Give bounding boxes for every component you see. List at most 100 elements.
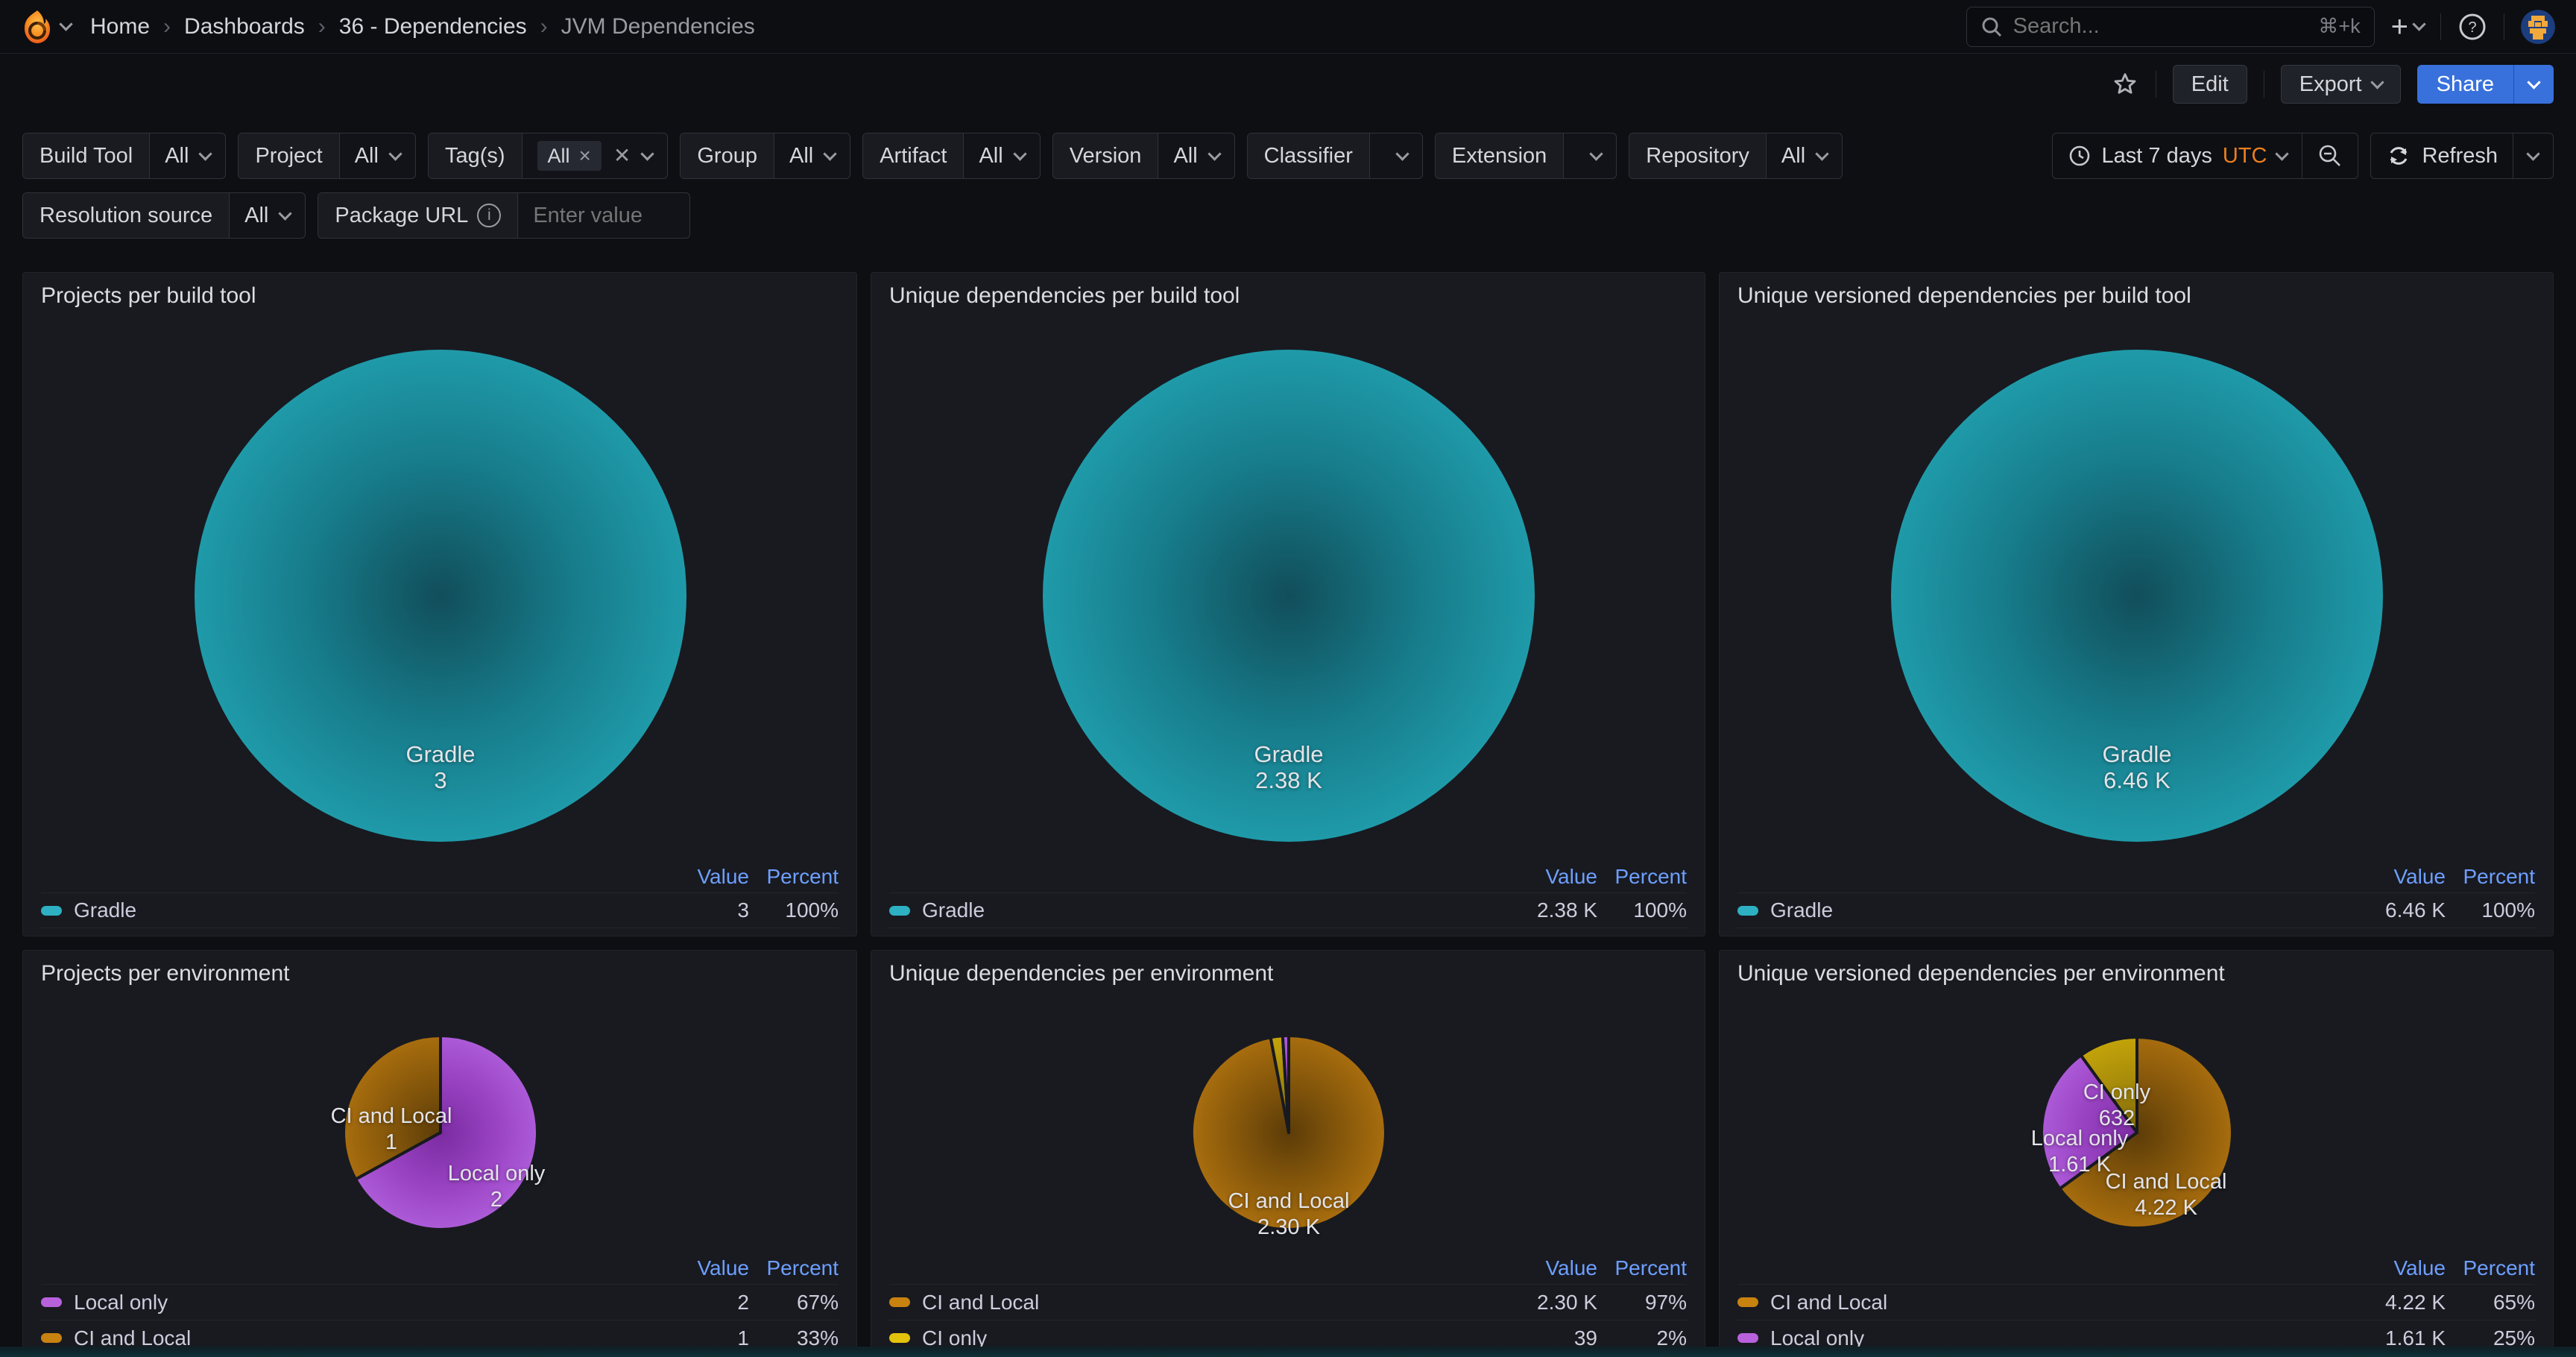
breadcrumb-home[interactable]: Home [90, 14, 150, 40]
star-icon[interactable] [2111, 70, 2139, 98]
series-color-swatch [41, 1297, 62, 1307]
refresh-interval-button[interactable] [2513, 133, 2553, 178]
series-color-swatch [1737, 906, 1758, 916]
filter-artifact-select[interactable]: All [964, 133, 1039, 178]
filter-version-select[interactable]: All [1158, 133, 1234, 178]
filter-classifier-select[interactable] [1370, 133, 1422, 178]
clock-icon [2068, 144, 2092, 168]
filter-resolution-source-select[interactable]: All [230, 193, 305, 238]
package-url-input[interactable] [533, 204, 675, 228]
legend-row[interactable]: Local only 1.61 K 25% [1737, 1320, 2535, 1348]
legend-value-header[interactable]: Value [2334, 865, 2446, 889]
filter-value: All [165, 144, 189, 169]
legend-value-header[interactable]: Value [637, 865, 749, 889]
filter-repository-select[interactable]: All [1767, 133, 1842, 178]
panel-projects-per-environment[interactable]: Projects per environment CI and Local1 L… [22, 950, 857, 1348]
breadcrumb-dashboards[interactable]: Dashboards [184, 14, 305, 40]
legend-row[interactable]: Gradle 3 100% [41, 892, 839, 928]
share-button-label: Share [2437, 72, 2494, 97]
help-icon[interactable]: ? [2457, 12, 2487, 42]
chevron-down-icon [2527, 75, 2540, 89]
legend-percent-header[interactable]: Percent [1597, 1256, 1687, 1280]
filter-extension-select[interactable] [1564, 133, 1616, 178]
filter-label: Group [681, 133, 774, 178]
legend-value-header[interactable]: Value [637, 1256, 749, 1280]
legend-value-header[interactable]: Value [1486, 865, 1597, 889]
legend-percent-header[interactable]: Percent [749, 1256, 839, 1280]
remove-tag-icon[interactable]: × [579, 145, 591, 166]
legend-row[interactable]: Local only 2 67% [41, 1284, 839, 1320]
filter-value: All [1781, 144, 1805, 169]
legend-percent-header[interactable]: Percent [2446, 865, 2535, 889]
info-icon[interactable]: i [477, 204, 501, 227]
legend-row[interactable]: CI only 39 2% [889, 1320, 1687, 1348]
legend-value-header[interactable]: Value [1486, 1256, 1597, 1280]
user-avatar[interactable] [2521, 10, 2555, 44]
filter-group-select[interactable]: All [774, 133, 850, 178]
filter-label: Classifier [1248, 133, 1370, 178]
export-button-label: Export [2299, 72, 2362, 97]
panel-title[interactable]: Unique dependencies per build tool [871, 273, 1705, 319]
time-range-picker[interactable]: Last 7 days UTC [2053, 133, 2302, 178]
legend-row[interactable]: Gradle 2.38 K 100% [889, 892, 1687, 928]
panel-title[interactable]: Unique versioned dependencies per build … [1720, 273, 2553, 319]
breadcrumb-folder[interactable]: 36 - Dependencies [339, 14, 527, 40]
refresh-button[interactable]: Refresh [2371, 133, 2513, 178]
legend-header: Value Percent [1737, 861, 2535, 892]
legend-percent-header[interactable]: Percent [1597, 865, 1687, 889]
search-shortcut-hint: ⌘+k [2318, 15, 2360, 38]
filter-row-1: Build Tool All Project All Tag(s) All [22, 133, 2554, 179]
legend-row[interactable]: CI and Local 2.30 K 97% [889, 1284, 1687, 1320]
filter-label: Tag(s) [429, 133, 523, 178]
export-button[interactable]: Export [2281, 65, 2401, 104]
panel-projects-per-build-tool[interactable]: Projects per build tool Gradle3 Value Pe… [22, 272, 857, 936]
filter-label: Project [239, 133, 339, 178]
chevron-down-icon [641, 147, 654, 160]
filter-build-tool-select[interactable]: All [150, 133, 225, 178]
share-button[interactable]: Share [2417, 65, 2513, 104]
legend-row[interactable]: CI and Local 1 33% [41, 1320, 839, 1348]
pie-center-label: Gradle6.46 K [2102, 741, 2171, 793]
share-menu-button[interactable] [2513, 65, 2554, 104]
filter-project: Project All [238, 133, 416, 179]
search-text-field[interactable] [2013, 14, 2308, 39]
legend-percent-header[interactable]: Percent [2446, 1256, 2535, 1280]
search-input[interactable]: ⌘+k [1966, 7, 2375, 47]
chevron-down-icon [1590, 147, 1603, 160]
panel-title[interactable]: Projects per build tool [23, 273, 856, 319]
breadcrumb-separator: › [540, 14, 548, 40]
legend-percent-header[interactable]: Percent [749, 865, 839, 889]
legend-header: Value Percent [889, 861, 1687, 892]
panel-title[interactable]: Projects per environment [23, 951, 856, 997]
legend-row[interactable]: CI and Local 4.22 K 65% [1737, 1284, 2535, 1320]
nav-right-cluster: ⌘+k + ? [1966, 7, 2555, 47]
legend-value-header[interactable]: Value [2334, 1256, 2446, 1280]
filter-project-select[interactable]: All [340, 133, 415, 178]
chevron-down-icon [1013, 147, 1026, 160]
edit-button[interactable]: Edit [2173, 65, 2247, 104]
legend-header: Value Percent [889, 1253, 1687, 1284]
legend-row[interactable]: Gradle 6.46 K 100% [1737, 892, 2535, 928]
chevron-down-icon [2276, 147, 2289, 160]
panel-unique-dependencies-per-environment[interactable]: Unique dependencies per environment CI a… [871, 950, 1705, 1348]
filter-label: Artifact [863, 133, 964, 178]
chevron-down-icon [2412, 17, 2425, 31]
pie-center-label: Gradle2.38 K [1254, 741, 1323, 793]
clear-all-icon[interactable]: ✕ [613, 145, 631, 166]
filter-tags-select[interactable]: All × ✕ [523, 133, 668, 178]
filter-value: All [789, 144, 813, 169]
panel-unique-versioned-dependencies-per-environment[interactable]: Unique versioned dependencies per enviro… [1719, 950, 2554, 1348]
time-picker-group: Last 7 days UTC [2052, 133, 2359, 179]
panel-title[interactable]: Unique dependencies per environment [871, 951, 1705, 997]
panel-unique-dependencies-per-build-tool[interactable]: Unique dependencies per build tool Gradl… [871, 272, 1705, 936]
panel-title[interactable]: Unique versioned dependencies per enviro… [1720, 951, 2553, 997]
org-switcher-chevron-icon[interactable] [59, 17, 72, 31]
refresh-icon [2386, 143, 2411, 169]
grafana-logo-icon[interactable] [21, 9, 54, 45]
panel-unique-versioned-dependencies-per-build-tool[interactable]: Unique versioned dependencies per build … [1719, 272, 2554, 936]
pie-legend: Value Percent Gradle 6.46 K 100% [1737, 861, 2535, 928]
add-new-button[interactable]: + [2391, 12, 2424, 42]
zoom-out-button[interactable] [2302, 133, 2358, 178]
tag-chip[interactable]: All × [537, 141, 602, 171]
series-color-swatch [889, 1333, 910, 1343]
